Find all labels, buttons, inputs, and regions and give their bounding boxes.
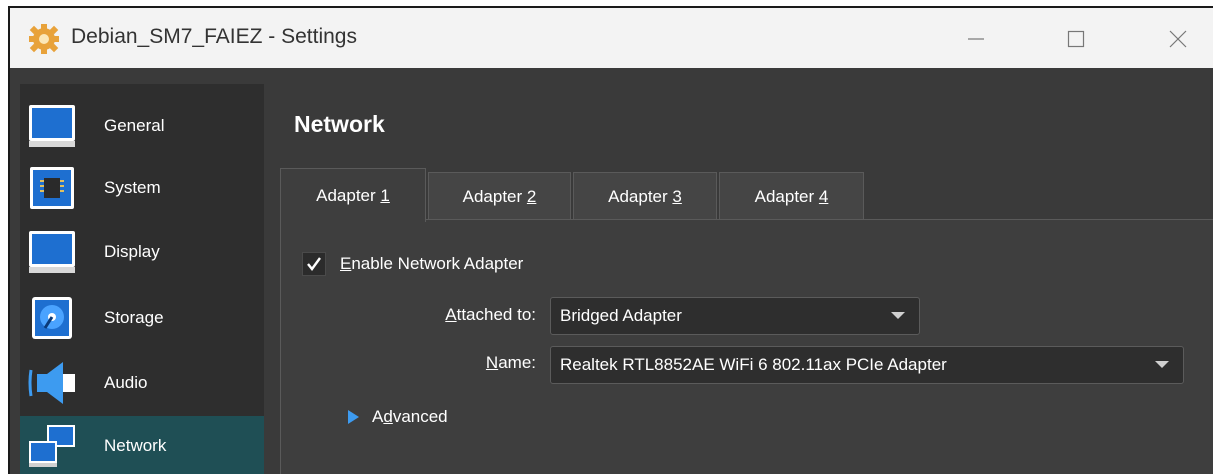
disk-icon [32, 297, 72, 339]
attached-to-label: Attached to: [412, 305, 536, 325]
name-label: Name: [412, 353, 536, 373]
settings-window: Debian_SM7_FAIEZ - Settings General Syst… [8, 6, 1213, 474]
sidebar-item-general[interactable]: General [20, 96, 264, 156]
minimize-button[interactable] [956, 20, 996, 58]
label-text: nable Network Adapter [351, 254, 524, 273]
sidebar-item-label: Display [104, 242, 160, 261]
adapter-name-value: Realtek RTL8852AE WiFi 6 802.11ax PCIe A… [560, 355, 947, 374]
checkmark-icon [307, 257, 321, 271]
tab-adapter-1[interactable]: Adapter 1 [280, 168, 426, 222]
expand-triangle-icon [348, 410, 359, 424]
advanced-expander[interactable]: Advanced [348, 407, 448, 427]
tab-label-prefix: Adapter [462, 186, 527, 206]
network-icon [29, 425, 75, 467]
label-mnemonic: E [340, 254, 352, 273]
chip-icon [30, 167, 74, 209]
label-text: ttached to: [456, 305, 536, 324]
label-mnemonic: d [383, 407, 393, 426]
settings-body: General System Display Storage Audio Net… [10, 68, 1213, 474]
tab-label-mnemonic: 3 [672, 186, 682, 206]
enable-adapter-checkbox[interactable] [302, 252, 326, 276]
tab-label-prefix: Adapter [754, 186, 819, 206]
tab-label-mnemonic: 2 [526, 186, 537, 206]
label-text: ame: [498, 353, 536, 372]
gear-app-icon [29, 24, 59, 54]
tab-label-mnemonic: 1 [380, 185, 390, 205]
speaker-icon [28, 362, 75, 404]
close-icon [1169, 30, 1187, 48]
advanced-label: Advanced [372, 407, 448, 427]
sidebar: General System Display Storage Audio Net… [20, 84, 264, 474]
chevron-down-icon [1155, 361, 1169, 368]
adapter-name-select[interactable]: Realtek RTL8852AE WiFi 6 802.11ax PCIe A… [550, 346, 1184, 384]
page-title: Network [294, 111, 385, 137]
window-title: Debian_SM7_FAIEZ - Settings [71, 25, 357, 48]
attached-to-select[interactable]: Bridged Adapter [550, 297, 920, 335]
sidebar-item-label: System [104, 178, 161, 197]
display-icon [29, 231, 75, 273]
title-bar[interactable]: Debian_SM7_FAIEZ - Settings [10, 8, 1213, 68]
label-mnemonic: N [485, 353, 499, 372]
label-text: vanced [392, 407, 448, 426]
tab-adapter-4[interactable]: Adapter 4 [719, 172, 864, 220]
maximize-button[interactable] [1056, 20, 1096, 58]
close-button[interactable] [1158, 20, 1198, 58]
main-content: Network Adapter 1 Adapter 2 Adapter 3 Ad… [272, 68, 1213, 474]
enable-adapter-label[interactable]: Enable Network Adapter [340, 254, 523, 274]
tab-label-prefix: Adapter [316, 185, 381, 205]
sidebar-item-label: Audio [104, 373, 148, 392]
sidebar-item-storage[interactable]: Storage [20, 288, 264, 348]
sidebar-item-label: Storage [104, 308, 164, 327]
sidebar-item-label: General [104, 116, 165, 135]
sidebar-item-label: Network [104, 436, 167, 455]
sidebar-item-audio[interactable]: Audio [20, 353, 264, 413]
sidebar-item-display[interactable]: Display [20, 222, 264, 282]
attached-to-value: Bridged Adapter [560, 306, 682, 325]
sidebar-item-system[interactable]: System [20, 158, 264, 218]
tab-adapter-2[interactable]: Adapter 2 [428, 172, 571, 220]
tab-adapter-3[interactable]: Adapter 3 [573, 172, 717, 220]
sidebar-item-network[interactable]: Network [20, 416, 264, 474]
maximize-icon [1067, 30, 1085, 48]
label-text: A [372, 407, 384, 426]
tab-label-prefix: Adapter [608, 186, 673, 206]
label-mnemonic: A [445, 305, 457, 324]
chevron-down-icon [891, 312, 905, 319]
tab-label-mnemonic: 4 [818, 186, 829, 206]
monitor-icon [29, 105, 75, 147]
minimize-icon [968, 38, 984, 40]
